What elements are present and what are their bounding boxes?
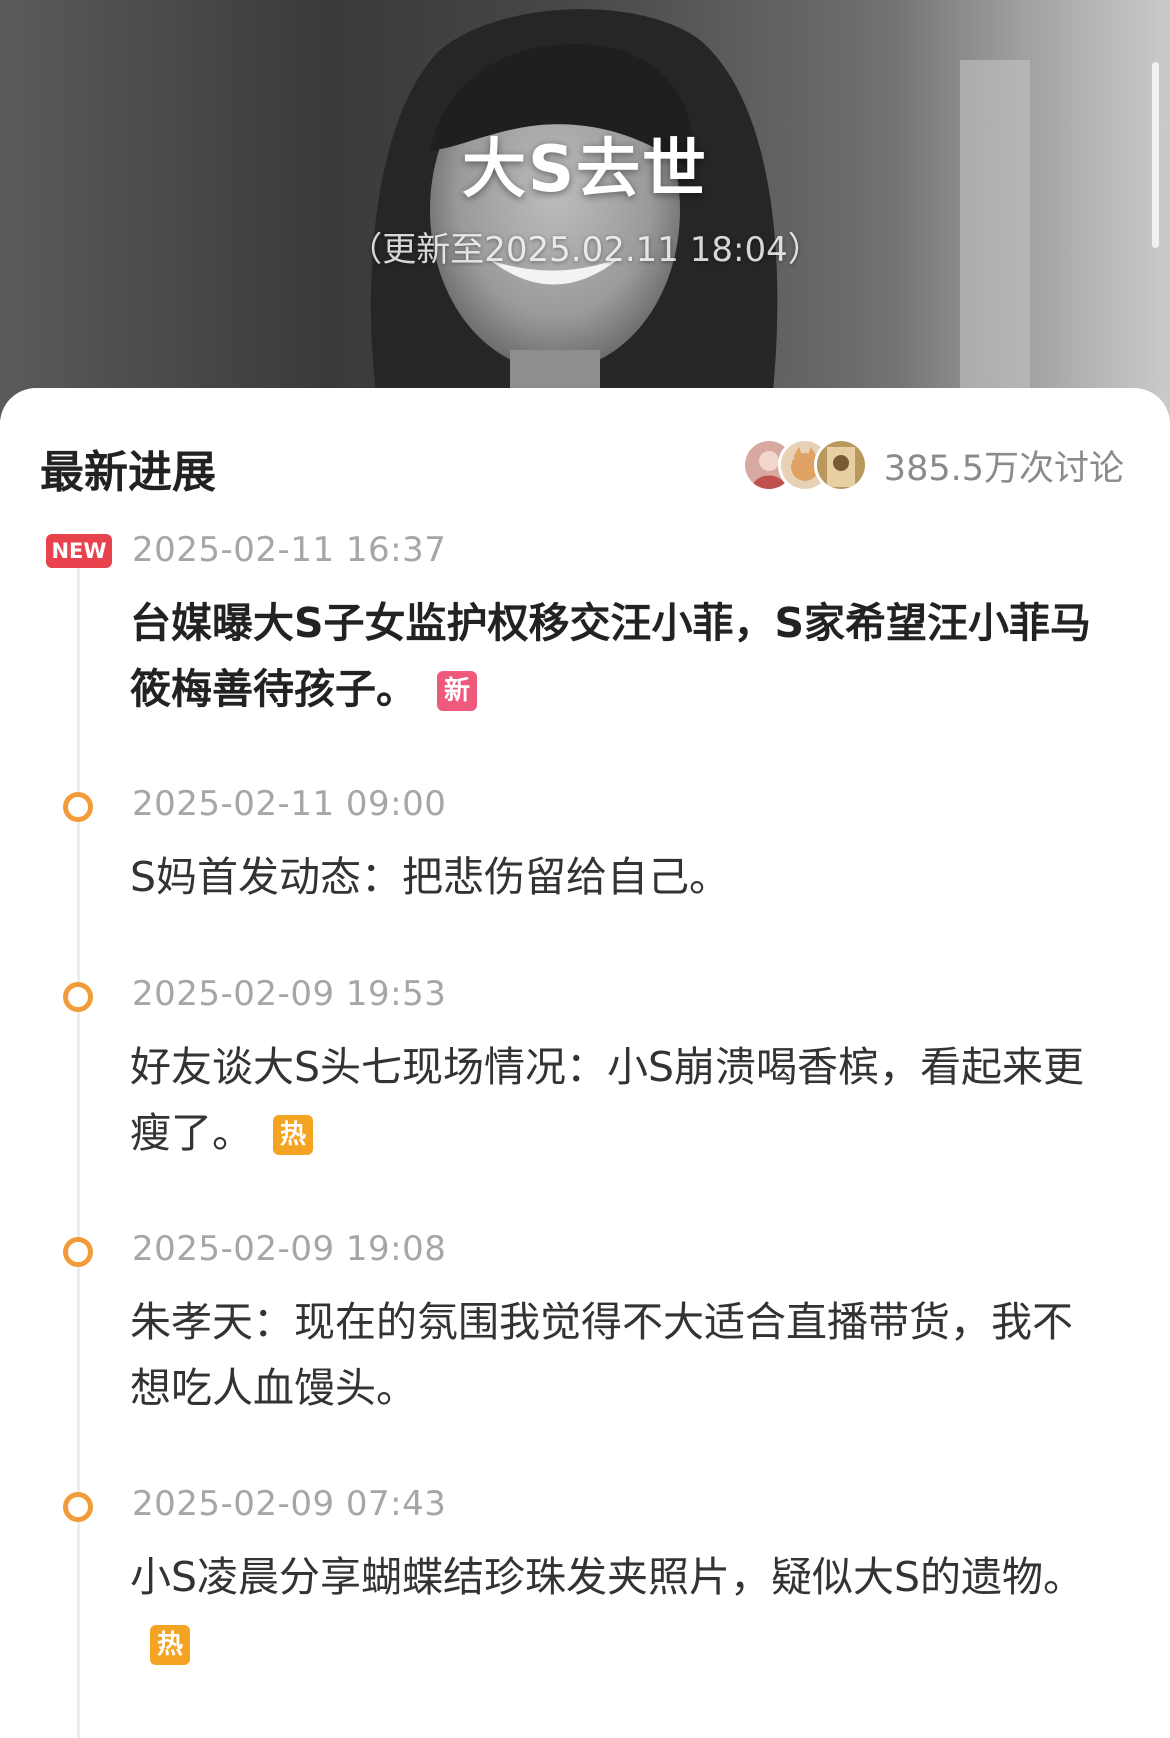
timeline-text[interactable]: 好友谈大S头七现场情况：小S崩溃喝香槟，看起来更瘦了。热 bbox=[130, 1034, 1110, 1166]
timeline-text[interactable]: S妈首发动态：把悲伤留给自己。 bbox=[130, 844, 1110, 910]
timeline-dot-icon bbox=[63, 982, 93, 1012]
update-time: （更新至2025.02.11 18:04） bbox=[348, 230, 822, 270]
progress-card: 最新进展 385.5万次讨论 NEW 2025-02-11 16:37 台媒曝大… bbox=[0, 388, 1170, 1738]
hot-tag: 热 bbox=[150, 1625, 190, 1665]
timeline-time: 2025-02-11 16:37 bbox=[132, 530, 447, 570]
timeline-time: 2025-02-09 19:53 bbox=[132, 974, 447, 1014]
avatar bbox=[814, 438, 868, 492]
section-title: 最新进展 bbox=[40, 447, 216, 498]
timeline-line bbox=[77, 548, 80, 1738]
scrollbar[interactable] bbox=[1152, 62, 1159, 248]
hot-tag: 热 bbox=[273, 1115, 313, 1155]
new-badge: NEW bbox=[46, 534, 112, 568]
timeline-time: 2025-02-09 19:08 bbox=[132, 1229, 447, 1269]
timeline-dot-icon bbox=[63, 1237, 93, 1267]
timeline-text[interactable]: 朱孝天：现在的氛围我觉得不大适合直播带货，我不想吃人血馒头。 bbox=[130, 1289, 1110, 1421]
timeline-text[interactable]: 台媒曝大S子女监护权移交汪小菲，S家希望汪小菲马筱梅善待孩子。新 bbox=[130, 590, 1110, 722]
timeline-text[interactable]: 小S凌晨分享蝴蝶结珍珠发夹照片，疑似大S的遗物。热 bbox=[130, 1544, 1110, 1676]
timeline-time: 2025-02-09 07:43 bbox=[132, 1484, 447, 1524]
timeline-dot-icon bbox=[63, 792, 93, 822]
timeline-time: 2025-02-11 09:00 bbox=[132, 784, 447, 824]
hero-banner: 大S去世 （更新至2025.02.11 18:04） bbox=[0, 0, 1170, 420]
timeline-dot-icon bbox=[63, 1492, 93, 1522]
discussion-count: 385.5万次讨论 bbox=[883, 449, 1124, 489]
new-tag: 新 bbox=[437, 671, 477, 711]
hero-photo bbox=[370, 0, 1170, 420]
participant-avatars[interactable] bbox=[742, 438, 872, 492]
topic-title: 大S去世 bbox=[461, 133, 709, 207]
